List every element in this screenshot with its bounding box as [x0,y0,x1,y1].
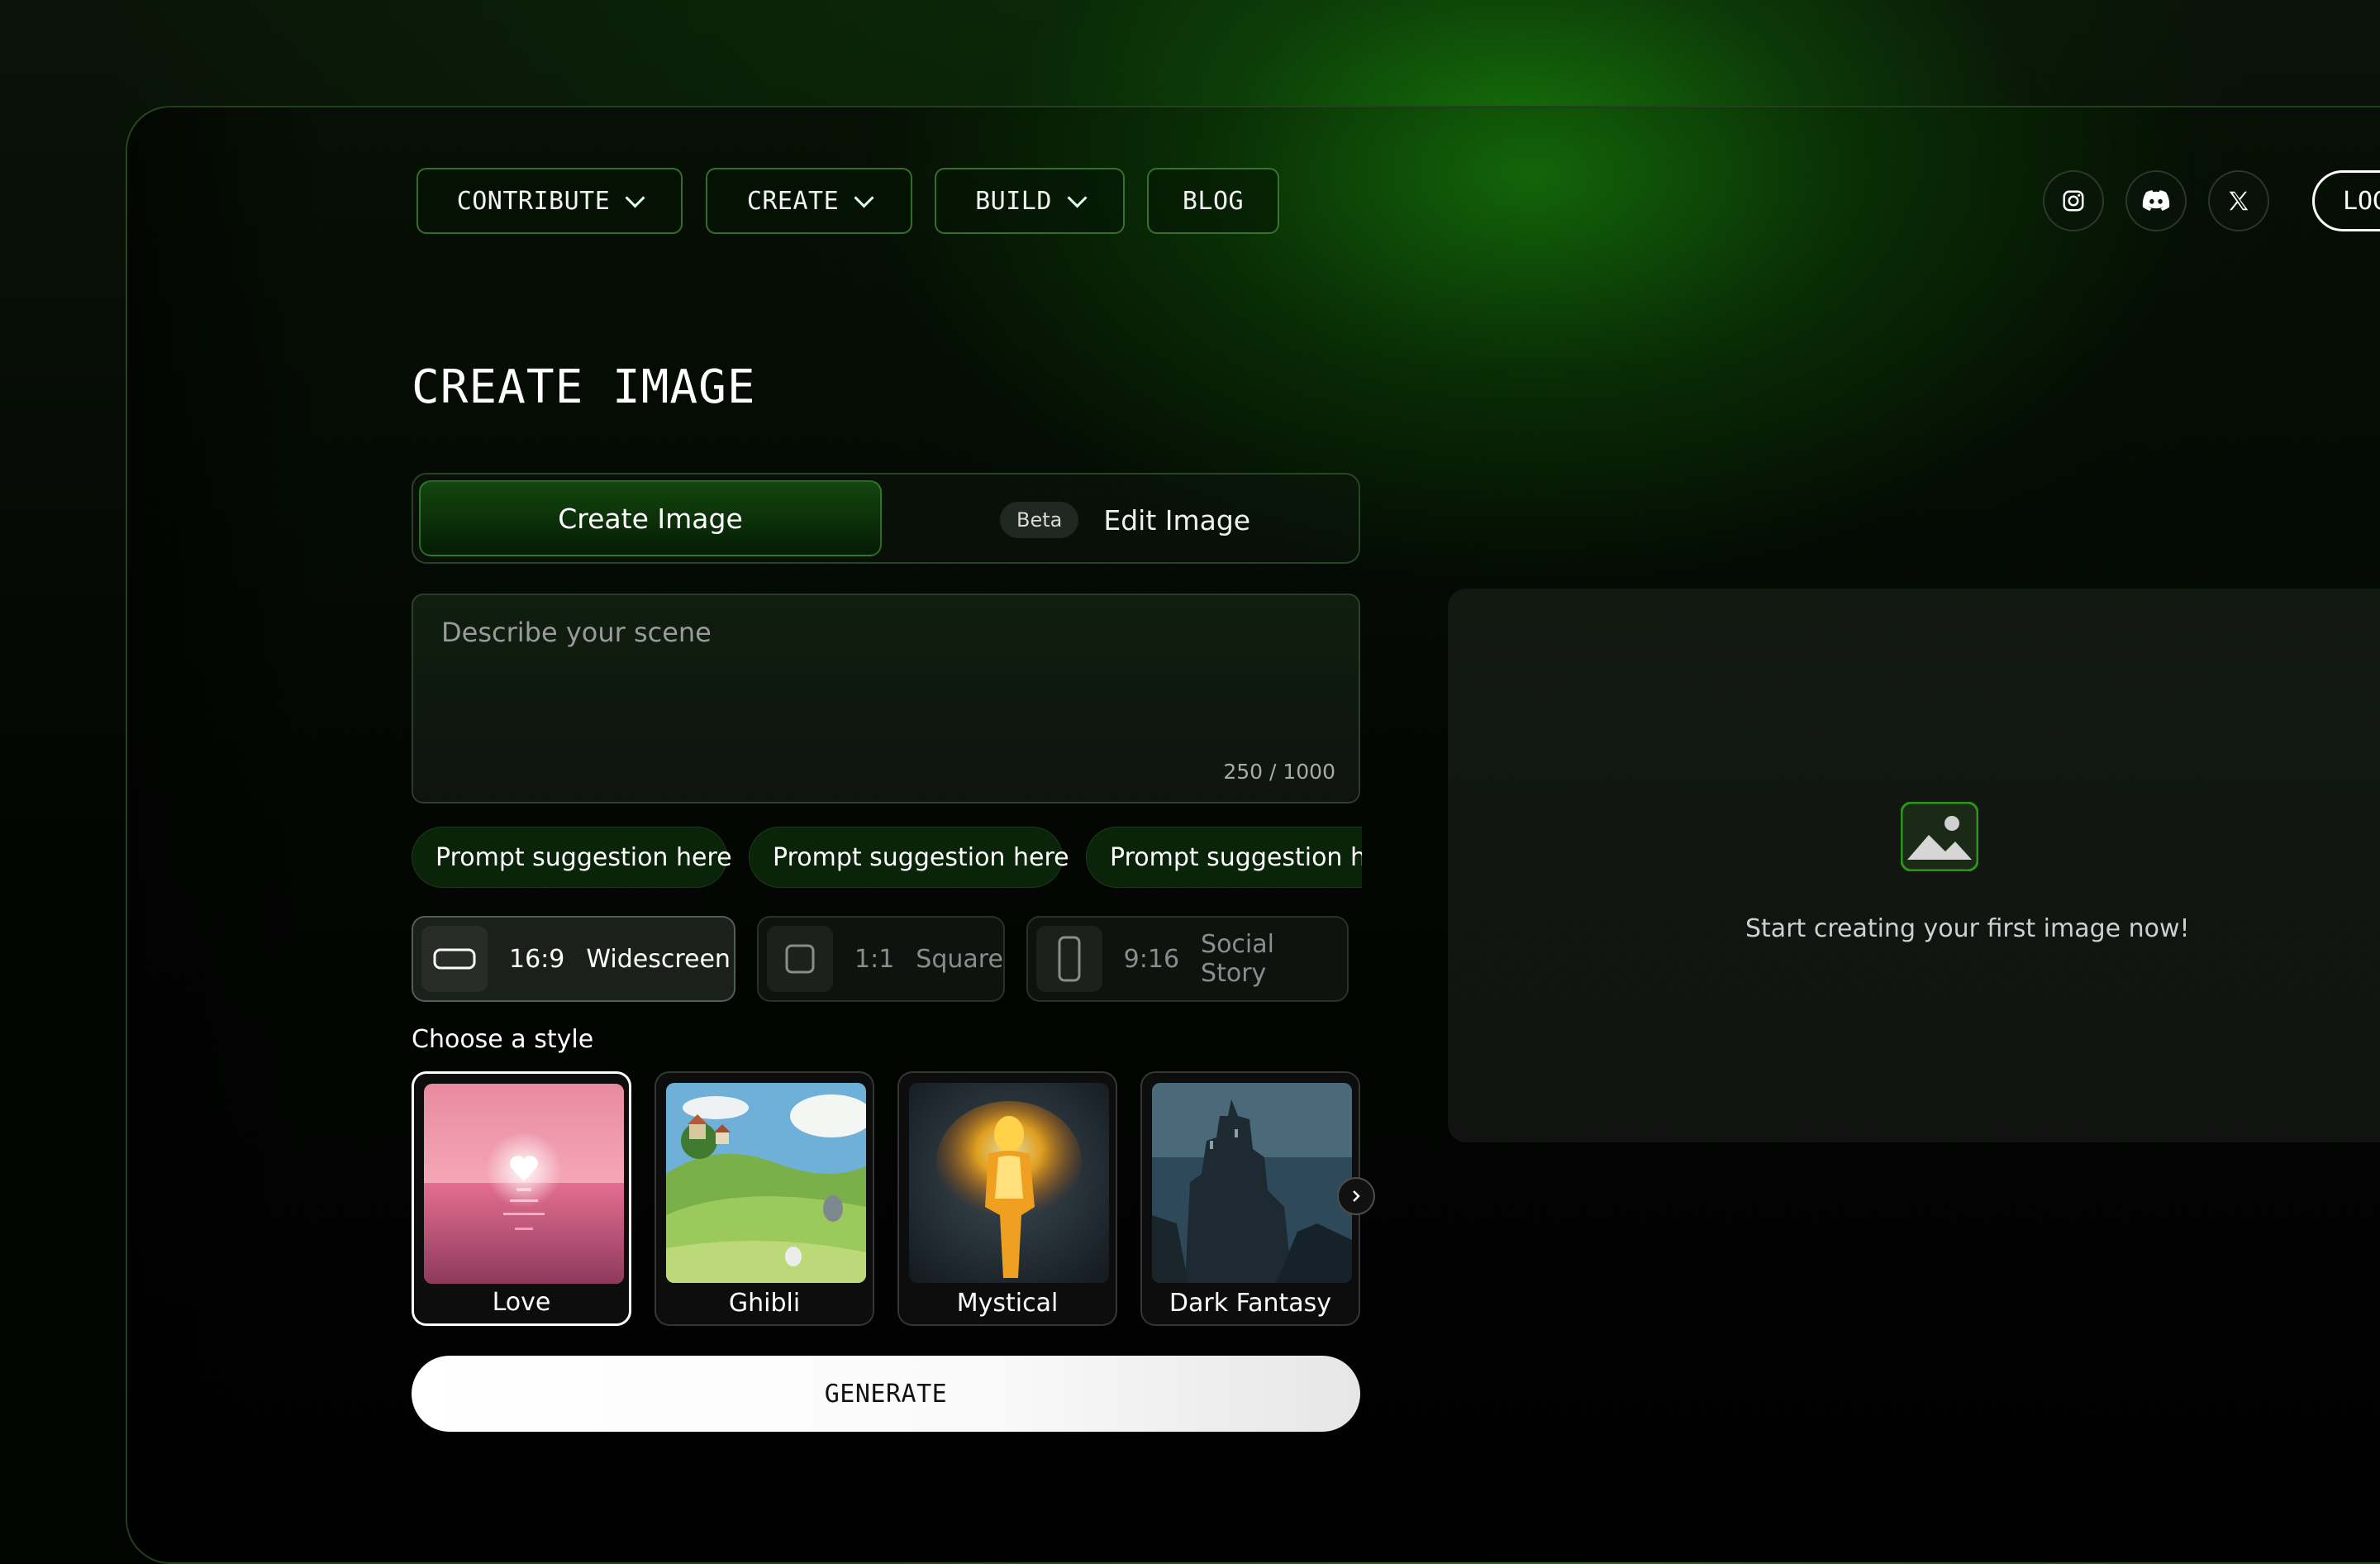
preview-panel: Start creating your first image now! [1448,589,2380,1142]
x-button[interactable] [2208,170,2269,231]
portrait-ratio-icon [1058,936,1081,982]
ratio-square-option[interactable]: 1:1 Square [757,916,1005,1002]
nav-blog-button[interactable]: BLOG [1147,168,1279,234]
style-section-label: Choose a style [412,1025,594,1054]
prompt-input[interactable] [440,615,1335,742]
love-style-thumbnail [424,1084,624,1284]
discord-button[interactable] [2125,170,2187,231]
suggestion-label: Prompt suggestion here [773,842,1069,872]
widescreen-ratio-icon [433,948,476,970]
ghibli-style-thumbnail [666,1083,866,1283]
prompt-suggestions: Prompt suggestion here Prompt suggestion… [412,827,1362,889]
square-ratio-icon [785,944,815,974]
style-card-dark-fantasy[interactable]: Dark Fantasy [1140,1071,1360,1326]
suggestion-label: Prompt suggestion here [1110,842,1362,872]
ratio-value: 16:9 [509,944,565,974]
ratio-value: 1:1 [854,944,895,974]
login-label: LOG [2343,186,2380,216]
dark-fantasy-style-thumbnail [1152,1083,1352,1283]
chevron-down-icon [625,187,645,208]
character-counter: 250 / 1000 [1223,760,1335,784]
nav-build-button[interactable]: BUILD [935,168,1125,234]
style-card-mystical[interactable]: Mystical [897,1071,1117,1326]
login-button[interactable]: LOG [2312,170,2380,231]
chevron-right-icon [1353,1190,1360,1202]
nav-blog-label: BLOG [1182,186,1245,216]
chevron-down-icon [1067,187,1088,208]
instagram-icon [2063,190,2084,212]
style-card-love[interactable]: Love [412,1071,631,1326]
style-name: Mystical [956,1289,1059,1318]
image-placeholder-icon [1901,802,1978,871]
beta-badge: Beta [1000,502,1079,538]
style-name: Love [492,1288,551,1317]
mystical-style-thumbnail [909,1083,1109,1283]
prompt-box: 250 / 1000 [412,594,1360,803]
ratio-value: 9:16 [1123,944,1180,974]
x-icon [2229,191,2249,211]
mode-tabs: Create Image Beta Edit Image [412,473,1360,564]
tab-edit-image[interactable]: Beta Edit Image [1000,491,1250,549]
nav-build-label: BUILD [975,186,1052,216]
tab-edit-label: Edit Image [1103,503,1251,536]
nav-create-label: CREATE [746,186,840,216]
tab-create-image[interactable]: Create Image [419,480,882,556]
tab-create-label: Create Image [558,502,743,535]
instagram-button[interactable] [2043,170,2104,231]
prompt-suggestion-chip[interactable]: Prompt suggestion here [749,827,1069,888]
style-card-ghibli[interactable]: Ghibli [654,1071,874,1326]
prompt-suggestion-chip[interactable]: Prompt suggestion here [412,827,732,888]
prompt-suggestion-chip[interactable]: Prompt suggestion here [1086,827,1362,888]
ratio-name: Square [916,944,1003,974]
preview-empty-text: Start creating your first image now! [1745,914,2190,943]
discord-icon [2142,190,2170,211]
style-name: Ghibli [728,1289,801,1318]
styles-next-button[interactable] [1337,1177,1375,1215]
nav-contribute-button[interactable]: CONTRIBUTE [416,168,683,234]
page-title: CREATE IMAGE [412,360,756,414]
chevron-down-icon [854,187,874,208]
ratio-social-story-option[interactable]: 9:16 Social Story [1026,916,1349,1002]
nav-contribute-label: CONTRIBUTE [456,186,611,216]
ratio-name: Social Story [1201,930,1274,988]
style-name: Dark Fantasy [1169,1289,1332,1318]
nav-create-button[interactable]: CREATE [706,168,912,234]
suggestion-label: Prompt suggestion here [436,842,732,872]
ratio-name: Widescreen [586,944,731,974]
ratio-widescreen-option[interactable]: 16:9 Widescreen [412,916,735,1002]
generate-button[interactable]: GENERATE [412,1356,1360,1432]
